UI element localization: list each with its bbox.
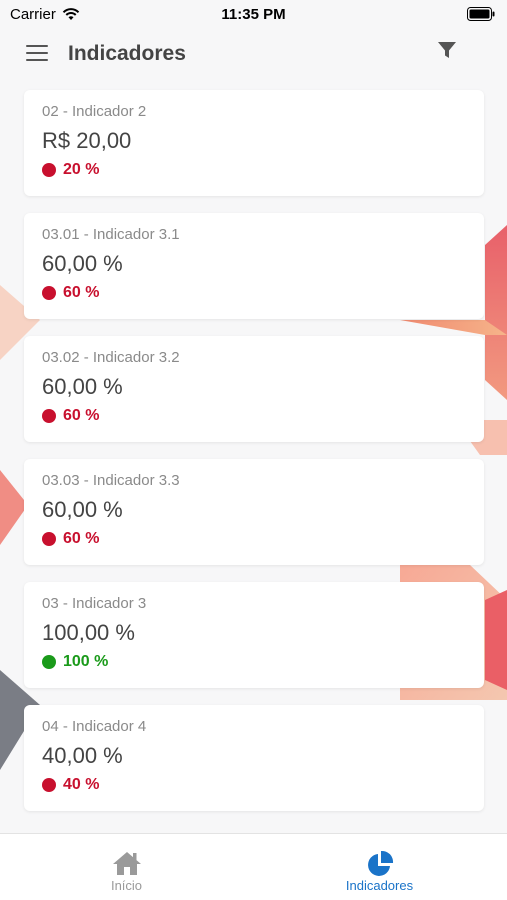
tab-indicadores[interactable]: Indicadores bbox=[253, 834, 506, 900]
indicator-value: 60,00 % bbox=[42, 374, 123, 399]
hamburger-menu-icon[interactable] bbox=[26, 45, 48, 61]
indicator-list: 02 - Indicador 2 R$ 20,00 20 % 03.01 - Indi… bbox=[24, 90, 484, 828]
indicator-name: 02 - Indicador 2 bbox=[42, 103, 147, 120]
indicator-name: 03.03 - Indicador 3.3 bbox=[42, 472, 180, 489]
indicator-name: 03.01 - Indicador 3.1 bbox=[42, 226, 180, 243]
app-header: Indicadores bbox=[0, 30, 507, 80]
indicator-status: 40 % bbox=[42, 776, 466, 794]
tab-inicio-label: Início bbox=[110, 878, 143, 893]
tab-bar: Início Indicadores bbox=[0, 833, 507, 900]
indicator-status: 60 % bbox=[42, 530, 466, 548]
clock: 11:35 PM bbox=[221, 6, 286, 23]
indicator-card[interactable]: 03.02 - Indicador 3.2 60,00 % 60 % bbox=[24, 336, 484, 442]
indicator-card[interactable]: 04 - Indicador 4 40,00 % 40 % bbox=[24, 705, 484, 811]
indicator-percent: 100 % bbox=[63, 653, 109, 670]
indicator-value: 60,00 % bbox=[42, 251, 123, 276]
indicator-status: 20 % bbox=[42, 161, 466, 179]
tab-inicio[interactable]: Início bbox=[0, 834, 253, 900]
indicator-value: 40,00 % bbox=[42, 743, 123, 768]
indicator-card[interactable]: 03 - Indicador 3 100,00 % 100 % bbox=[24, 582, 484, 688]
status-dot-icon bbox=[42, 532, 56, 546]
indicator-percent: 20 % bbox=[63, 161, 100, 178]
indicator-value: R$ 20,00 bbox=[42, 128, 132, 153]
indicator-percent: 60 % bbox=[63, 407, 100, 424]
indicator-card[interactable]: 02 - Indicador 2 R$ 20,00 20 % bbox=[24, 90, 484, 196]
home-icon bbox=[0, 850, 253, 876]
status-dot-icon bbox=[42, 163, 56, 177]
status-dot-icon bbox=[42, 409, 56, 423]
indicator-card[interactable]: 03.03 - Indicador 3.3 60,00 % 60 % bbox=[24, 459, 484, 565]
indicator-name: 04 - Indicador 4 bbox=[42, 718, 147, 735]
page-title: Indicadores bbox=[68, 42, 186, 65]
indicator-status: 100 % bbox=[42, 653, 466, 671]
status-dot-icon bbox=[42, 778, 56, 792]
indicator-value: 100,00 % bbox=[42, 620, 135, 645]
indicator-name: 03.02 - Indicador 3.2 bbox=[42, 349, 180, 366]
indicator-percent: 60 % bbox=[63, 284, 100, 301]
status-dot-icon bbox=[42, 655, 56, 669]
indicator-status: 60 % bbox=[42, 284, 466, 302]
tab-indicadores-label: Indicadores bbox=[345, 878, 414, 893]
filter-icon[interactable] bbox=[437, 40, 457, 65]
status-dot-icon bbox=[42, 286, 56, 300]
indicator-name: 03 - Indicador 3 bbox=[42, 595, 147, 612]
status-bar: Carrier 11:35 PM bbox=[0, 0, 507, 30]
indicator-card[interactable]: 03.01 - Indicador 3.1 60,00 % 60 % bbox=[24, 213, 484, 319]
indicator-value: 60,00 % bbox=[42, 497, 123, 522]
battery-icon bbox=[467, 7, 495, 25]
indicator-percent: 60 % bbox=[63, 530, 100, 547]
indicator-percent: 40 % bbox=[63, 776, 100, 793]
indicator-status: 60 % bbox=[42, 407, 466, 425]
pie-chart-icon bbox=[253, 850, 506, 876]
